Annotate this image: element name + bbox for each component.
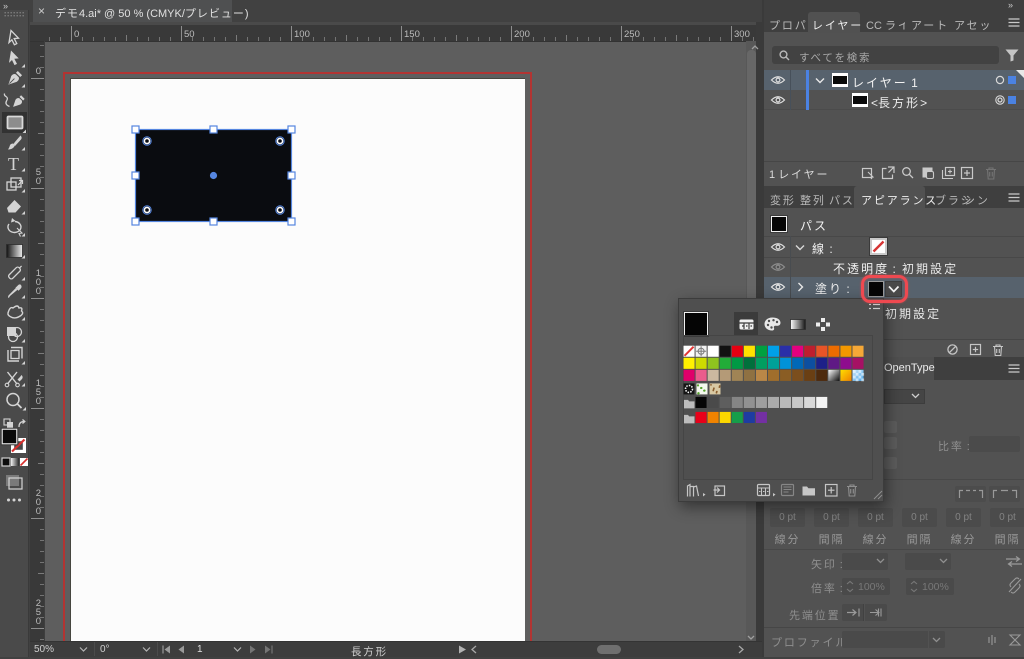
svg-text:150: 150 [404, 29, 420, 40]
svg-text:0: 0 [36, 286, 41, 297]
svg-text:0: 0 [36, 396, 41, 407]
svg-text:0: 0 [74, 29, 79, 40]
svg-text:50: 50 [184, 29, 195, 40]
svg-text:300: 300 [734, 29, 750, 40]
svg-text:0: 0 [36, 176, 41, 187]
svg-text:0: 0 [36, 66, 41, 77]
svg-text:0: 0 [36, 506, 41, 517]
svg-text:100: 100 [294, 29, 310, 40]
svg-text:200: 200 [514, 29, 530, 40]
svg-text:0: 0 [36, 616, 41, 627]
svg-text:250: 250 [624, 29, 640, 40]
svg-text:T: T [8, 154, 19, 174]
